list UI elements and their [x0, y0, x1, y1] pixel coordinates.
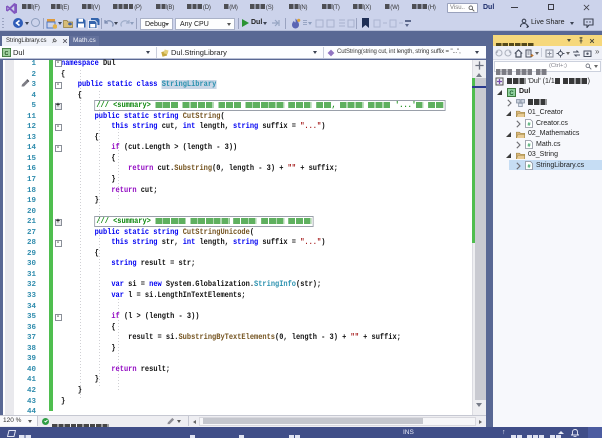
svg-text:C: C [509, 91, 514, 97]
svg-text:#: # [527, 164, 530, 170]
svg-text:#: # [527, 143, 530, 149]
svg-text:C: C [5, 51, 9, 57]
svg-text:#: # [527, 122, 530, 128]
